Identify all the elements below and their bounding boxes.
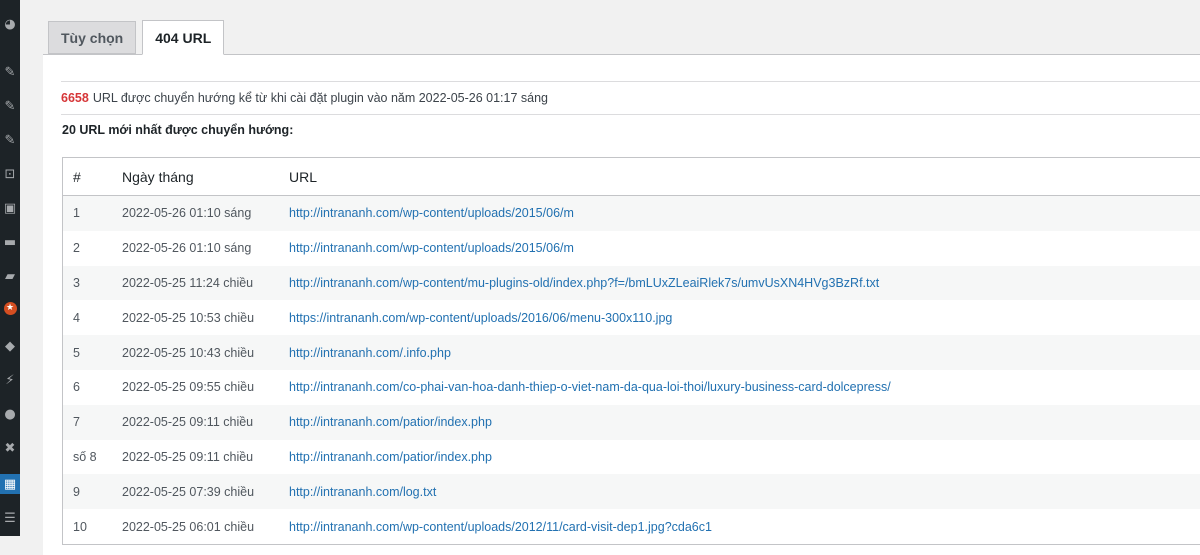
settings-active-icon[interactable]: ▦	[0, 474, 27, 494]
pin-icon[interactable]: ✎	[0, 62, 20, 82]
table-row: 7 2022-05-25 09:11 chiều http://intrananh.…	[63, 404, 1200, 440]
plugin-icon[interactable]: ⚡	[0, 370, 20, 390]
header-number: #	[73, 168, 81, 185]
header-date: Ngày tháng	[122, 168, 194, 185]
table-row: 2 2022-05-26 01:10 sáng http://intrananh.c…	[63, 231, 1200, 266]
row-url-link[interactable]: http://intrananh.com/log.txt	[289, 485, 436, 499]
table-row: 9 2022-05-25 07:39 chiều http://intrananh.…	[63, 474, 1200, 510]
row-date: 2022-05-26 01:10 sáng	[122, 241, 252, 256]
brush-icon[interactable]: ◆	[0, 336, 20, 356]
row-number: 9	[73, 484, 80, 499]
pin-icon-2[interactable]: ✎	[0, 96, 20, 116]
row-url-cell: http://intrananh.com/wp-content/uploads/…	[279, 206, 1200, 220]
redirect-summary: 6658 URL được chuyển hướng kể từ khi cài…	[61, 81, 1200, 115]
tab-404-url[interactable]: 404 URL	[142, 20, 225, 55]
row-url-cell: http://intrananh.com/co-phai-van-hoa-dan…	[279, 380, 1200, 394]
table-body: 1 2022-05-26 01:10 sáng http://intrananh.c…	[63, 196, 1200, 544]
table-row: 6 2022-05-25 09:55 chiều http://intrananh.…	[63, 370, 1200, 405]
row-url-link[interactable]: http://intrananh.com/co-phai-van-hoa-dan…	[289, 380, 891, 394]
table-row: 10 2022-05-25 06:01 chiều http://intrananh…	[63, 509, 1200, 544]
row-number: 6	[73, 380, 80, 395]
row-number: 10	[73, 519, 87, 534]
table-icon[interactable]: ☰	[0, 508, 20, 528]
row-url-cell: http://intrananh.com/.info.php	[279, 346, 1200, 360]
row-number: 2	[73, 241, 80, 256]
header-url: URL	[289, 168, 318, 185]
row-url-cell: http://intrananh.com/patior/index.php	[279, 450, 1200, 464]
row-url-cell: http://intrananh.com/patior/index.php	[279, 415, 1200, 429]
comment-icon[interactable]: ▰	[0, 266, 20, 286]
redirect-summary-text: URL được chuyển hướng kể từ khi cài đặt …	[92, 91, 549, 105]
tab-options[interactable]: Tùy chọn	[48, 21, 137, 54]
row-url-link[interactable]: http://intrananh.com/patior/index.php	[289, 415, 492, 429]
redirect-count: 6658	[61, 91, 89, 105]
row-date: 2022-05-25 09:11 chiều	[122, 449, 254, 464]
row-url-cell: http://intrananh.com/wp-content/uploads/…	[279, 520, 1200, 534]
row-url-link[interactable]: http://intrananh.com/patior/index.php	[289, 450, 492, 464]
row-url-link[interactable]: https://intrananh.com/wp-content/uploads…	[289, 311, 672, 325]
settings-panel: 6658 URL được chuyển hướng kể từ khi cài…	[43, 54, 1200, 555]
row-date: 2022-05-25 10:43 chiều	[122, 345, 255, 360]
row-url-link[interactable]: http://intrananh.com/.info.php	[289, 346, 451, 360]
row-url-link[interactable]: http://intrananh.com/wp-content/uploads/…	[289, 520, 712, 534]
row-url-cell: https://intrananh.com/wp-content/uploads…	[279, 311, 1200, 325]
page-icon[interactable]: ▬	[0, 232, 20, 252]
latest-urls-heading: 20 URL mới nhất được chuyển hướng:	[62, 123, 294, 137]
row-url-cell: http://intrananh.com/log.txt	[279, 485, 1200, 499]
cart-icon[interactable]: ⊡	[0, 164, 20, 184]
row-date: 2022-05-25 11:24 chiều	[122, 275, 254, 290]
row-date: 2022-05-25 09:11 chiều	[122, 415, 254, 430]
table-row: số 8 2022-05-25 09:11 chiều http://intrana…	[63, 440, 1200, 475]
table-header: # Ngày tháng URL	[63, 158, 1200, 196]
row-date: 2022-05-26 01:10 sáng	[122, 206, 252, 221]
row-date: 2022-05-25 09:55 chiều	[122, 380, 255, 395]
row-url-link[interactable]: http://intrananh.com/wp-content/uploads/…	[289, 206, 574, 220]
users-icon[interactable]: ●	[0, 404, 20, 424]
row-date: 2022-05-25 06:01 chiều	[122, 519, 255, 534]
row-number: 4	[73, 310, 80, 325]
dashboard-icon[interactable]: ◕	[0, 14, 20, 34]
row-number: 7	[73, 415, 80, 430]
table-row: 4 2022-05-25 10:53 chiều https://intrananh…	[63, 300, 1200, 335]
row-url-cell: http://intrananh.com/wp-content/uploads/…	[279, 241, 1200, 255]
row-number: số 8	[73, 449, 97, 464]
row-url-link[interactable]: http://intrananh.com/wp-content/mu-plugi…	[289, 276, 879, 290]
table-row: 5 2022-05-25 10:43 chiều http://intrananh.…	[63, 335, 1200, 370]
star-badge-icon[interactable]: ★	[0, 298, 20, 318]
table-row: 3 2022-05-25 11:24 chiều http://intrananh.…	[63, 265, 1200, 301]
row-url-link[interactable]: http://intrananh.com/wp-content/uploads/…	[289, 241, 574, 255]
tab-bar: Tùy chọn 404 URL	[48, 20, 225, 55]
admin-sidebar: ◕ ✎ ✎ ✎ ⊡ ▣ ▬ ▰ ★ ◆ ⚡ ● ✖ ▦ ☰	[0, 0, 27, 536]
tools-icon[interactable]: ✖	[0, 438, 20, 458]
redirected-url-table: # Ngày tháng URL 1 2022-05-26 01:10 sáng h…	[62, 157, 1200, 545]
table-row: 1 2022-05-26 01:10 sáng http://intrananh.c…	[63, 196, 1200, 231]
row-number: 5	[73, 345, 80, 360]
row-date: 2022-05-25 07:39 chiều	[122, 484, 255, 499]
row-date: 2022-05-25 10:53 chiều	[122, 310, 255, 325]
row-url-cell: http://intrananh.com/wp-content/mu-plugi…	[279, 276, 1200, 290]
row-number: 1	[73, 206, 80, 221]
row-number: 3	[73, 275, 80, 290]
pin-icon-3[interactable]: ✎	[0, 130, 20, 150]
media-icon[interactable]: ▣	[0, 198, 20, 218]
